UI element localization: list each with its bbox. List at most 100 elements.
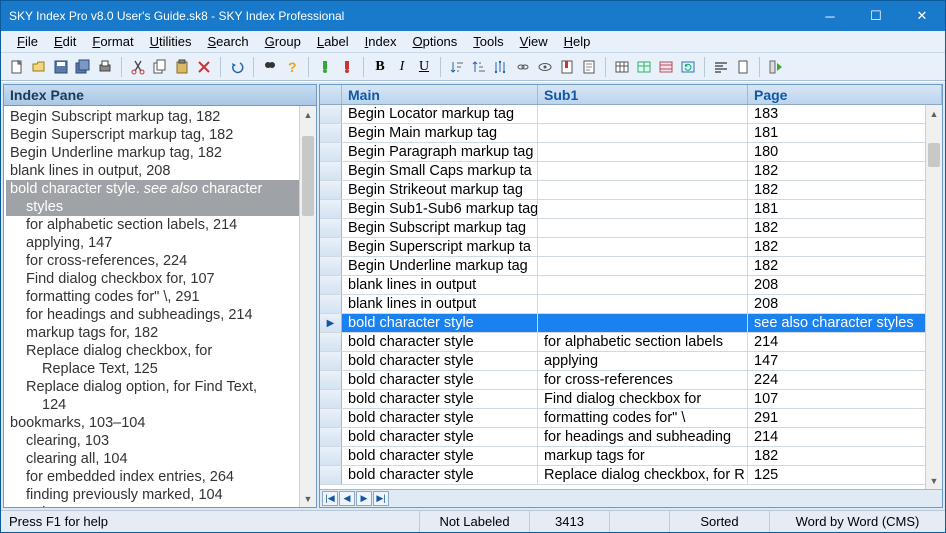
table-row[interactable]: bold character styleReplace dialog check… — [320, 466, 942, 485]
link-icon[interactable] — [513, 57, 533, 77]
row-header[interactable] — [320, 352, 342, 370]
tree-row[interactable]: for alphabetic section labels, 214 — [6, 216, 314, 234]
grid2-icon[interactable] — [634, 57, 654, 77]
cell-main[interactable]: Begin Paragraph markup tag — [342, 143, 538, 161]
minimize-button[interactable]: ─ — [807, 1, 853, 31]
cell-main[interactable]: bold character style — [342, 466, 538, 484]
delete-icon[interactable] — [194, 57, 214, 77]
cell-page[interactable]: 182 — [748, 219, 942, 237]
tree-row[interactable]: for embedded index entries, 264 — [6, 468, 314, 486]
scroll-thumb[interactable] — [928, 143, 940, 167]
tree-row[interactable]: blank lines in output, 208 — [6, 162, 314, 180]
nav-last-button[interactable]: ▶| — [373, 491, 389, 506]
row-header[interactable]: ▶ — [320, 314, 342, 332]
cell-sub1[interactable] — [538, 124, 748, 142]
cell-page[interactable]: 182 — [748, 238, 942, 256]
tree-row[interactable]: Replace dialog option, for Find Text, — [6, 378, 314, 396]
sort-desc-icon[interactable] — [469, 57, 489, 77]
cell-page[interactable]: 107 — [748, 390, 942, 408]
cell-page[interactable]: 214 — [748, 333, 942, 351]
tree-row[interactable]: Replace Text, 125 — [6, 360, 314, 378]
grid-header-main[interactable]: Main — [342, 85, 538, 104]
tree-row[interactable]: bold character style. see also character — [6, 180, 314, 198]
menu-label[interactable]: Label — [311, 32, 355, 51]
row-header[interactable] — [320, 200, 342, 218]
table-row[interactable]: Begin Paragraph markup tag 180 — [320, 143, 942, 162]
cell-main[interactable]: blank lines in output — [342, 295, 538, 313]
cell-page[interactable]: see also character styles — [748, 314, 942, 332]
cell-page[interactable]: 182 — [748, 181, 942, 199]
tree-row[interactable]: Find dialog checkbox for, 107 — [6, 270, 314, 288]
nav-next-button[interactable]: ▶ — [356, 491, 372, 506]
scroll-thumb[interactable] — [302, 136, 314, 216]
menu-index[interactable]: Index — [359, 32, 403, 51]
row-header[interactable] — [320, 257, 342, 275]
menu-format[interactable]: Format — [86, 32, 139, 51]
cell-sub1[interactable] — [538, 105, 748, 123]
doc-icon[interactable] — [733, 57, 753, 77]
grid3-icon[interactable] — [656, 57, 676, 77]
new-icon[interactable] — [7, 57, 27, 77]
row-header[interactable] — [320, 162, 342, 180]
table-row[interactable]: Begin Underline markup tag182 — [320, 257, 942, 276]
cell-main[interactable]: Begin Sub1-Sub6 markup tag — [342, 200, 538, 218]
cell-sub1[interactable]: for cross-references — [538, 371, 748, 389]
table-row[interactable]: bold character stylefor cross-references… — [320, 371, 942, 390]
cell-sub1[interactable] — [538, 162, 748, 180]
grid-scrollbar[interactable]: ▲ ▼ — [925, 105, 942, 489]
undo-icon[interactable] — [227, 57, 247, 77]
cell-main[interactable]: bold character style — [342, 447, 538, 465]
cell-main[interactable]: Begin Locator markup tag — [342, 105, 538, 123]
tree-row[interactable]: formatting codes for" \, 291 — [6, 288, 314, 306]
table-row[interactable]: ▶bold character stylesee also character … — [320, 314, 942, 333]
row-header[interactable] — [320, 466, 342, 484]
close-button[interactable]: ✕ — [899, 1, 945, 31]
cell-page[interactable]: 180 — [748, 143, 942, 161]
bold-icon[interactable]: B — [370, 57, 390, 77]
tree-row[interactable]: Begin Underline markup tag, 182 — [6, 144, 314, 162]
cell-page[interactable]: 291 — [748, 409, 942, 427]
table-row[interactable]: bold character styleFind dialog checkbox… — [320, 390, 942, 409]
cell-main[interactable]: bold character style — [342, 390, 538, 408]
cell-main[interactable]: bold character style — [342, 352, 538, 370]
cell-sub1[interactable] — [538, 257, 748, 275]
open-icon[interactable] — [29, 57, 49, 77]
row-header[interactable] — [320, 124, 342, 142]
tree-row[interactable]: finding previously marked, 104 — [6, 486, 314, 504]
scroll-up-icon[interactable]: ▲ — [926, 105, 942, 122]
menu-search[interactable]: Search — [201, 32, 254, 51]
tree-row[interactable]: Begin Superscript markup tag, 182 — [6, 126, 314, 144]
cell-main[interactable]: bold character style — [342, 428, 538, 446]
cell-page[interactable]: 214 — [748, 428, 942, 446]
tree-row[interactable]: clearing all, 104 — [6, 450, 314, 468]
tree-scrollbar[interactable]: ▲ ▼ — [299, 106, 316, 507]
row-header[interactable] — [320, 105, 342, 123]
cell-page[interactable]: 208 — [748, 276, 942, 294]
table-row[interactable]: bold character stylefor alphabetic secti… — [320, 333, 942, 352]
cell-page[interactable]: 181 — [748, 200, 942, 218]
menu-file[interactable]: File — [11, 32, 44, 51]
cell-sub1[interactable] — [538, 276, 748, 294]
index-tree[interactable]: Begin Subscript markup tag, 182Begin Sup… — [4, 106, 316, 507]
find-icon[interactable] — [260, 57, 280, 77]
table-row[interactable]: Begin Locator markup tag183 — [320, 105, 942, 124]
cell-main[interactable]: blank lines in output — [342, 276, 538, 294]
cell-main[interactable]: bold character style — [342, 333, 538, 351]
grid1-icon[interactable] — [612, 57, 632, 77]
cell-main[interactable]: bold character style — [342, 371, 538, 389]
row-header[interactable] — [320, 181, 342, 199]
view-icon[interactable] — [535, 57, 555, 77]
paste-icon[interactable] — [172, 57, 192, 77]
flag-red-icon[interactable] — [337, 57, 357, 77]
tree-row[interactable]: Replace dialog checkbox, for — [6, 342, 314, 360]
cell-sub1[interactable]: for alphabetic section labels — [538, 333, 748, 351]
menu-group[interactable]: Group — [259, 32, 307, 51]
cell-main[interactable]: Begin Underline markup tag — [342, 257, 538, 275]
menu-view[interactable]: View — [514, 32, 554, 51]
scroll-up-icon[interactable]: ▲ — [300, 106, 316, 123]
cell-page[interactable]: 182 — [748, 447, 942, 465]
run-icon[interactable] — [766, 57, 786, 77]
maximize-button[interactable]: ☐ — [853, 1, 899, 31]
cell-sub1[interactable] — [538, 181, 748, 199]
bookmark-icon[interactable] — [557, 57, 577, 77]
